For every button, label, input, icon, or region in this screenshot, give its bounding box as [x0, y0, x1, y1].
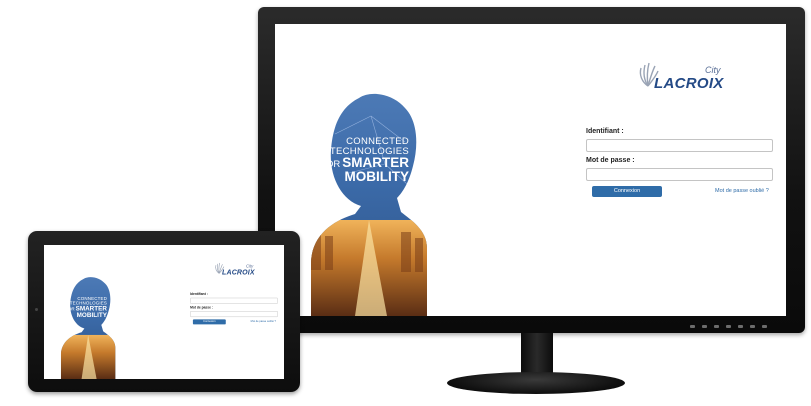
password-label: Mot de passe :	[190, 306, 213, 310]
tagline-line-3: forSmarter	[320, 155, 409, 171]
connect-button[interactable]: Connexion	[592, 186, 662, 197]
logo-wordmark: LACROIX	[222, 268, 255, 277]
username-input[interactable]	[586, 139, 773, 152]
username-label: Identifiant :	[586, 128, 624, 135]
tablet-camera	[35, 308, 38, 311]
forgot-password-link[interactable]: Mot de passe oublié ?	[251, 320, 276, 323]
login-page: Connected Technologies forSmarter Mobili…	[44, 245, 284, 379]
tagline-for: for	[320, 159, 341, 171]
connect-button[interactable]: Connexion	[192, 319, 226, 325]
username-input[interactable]	[190, 297, 278, 304]
hero-tagline: Connected Technologies forSmarter Mobili…	[299, 137, 409, 184]
tagline-for: for	[65, 307, 75, 313]
lacroix-city-logo: LACROIX City	[212, 261, 259, 279]
monitor-screen: Connected Technologies for Smarter Mobili…	[275, 24, 786, 316]
password-input[interactable]	[586, 168, 773, 181]
monitor-buttons	[690, 325, 770, 329]
logo-city: City	[245, 263, 254, 269]
login-page: Connected Technologies forSmarter Mobili…	[275, 24, 786, 316]
tablet-screen: Connected Technologies forSmarter Mobili…	[44, 245, 284, 379]
lacroix-city-logo: LACROIX City	[632, 58, 732, 98]
password-label: Mot de passe :	[586, 157, 635, 164]
tagline-line-4: Mobility	[76, 311, 107, 319]
username-label: Identifiant :	[190, 292, 208, 296]
monitor-stand	[447, 372, 625, 394]
logo-wordmark: LACROIX	[654, 75, 724, 92]
hero-tagline: Connected Technologies forSmarter Mobili…	[55, 297, 107, 319]
forgot-password-link[interactable]: Mot de passe oublié ?	[715, 188, 769, 194]
password-input[interactable]	[190, 311, 278, 318]
logo-city: City	[705, 65, 721, 75]
tagline-line-4: Mobility	[344, 169, 410, 185]
